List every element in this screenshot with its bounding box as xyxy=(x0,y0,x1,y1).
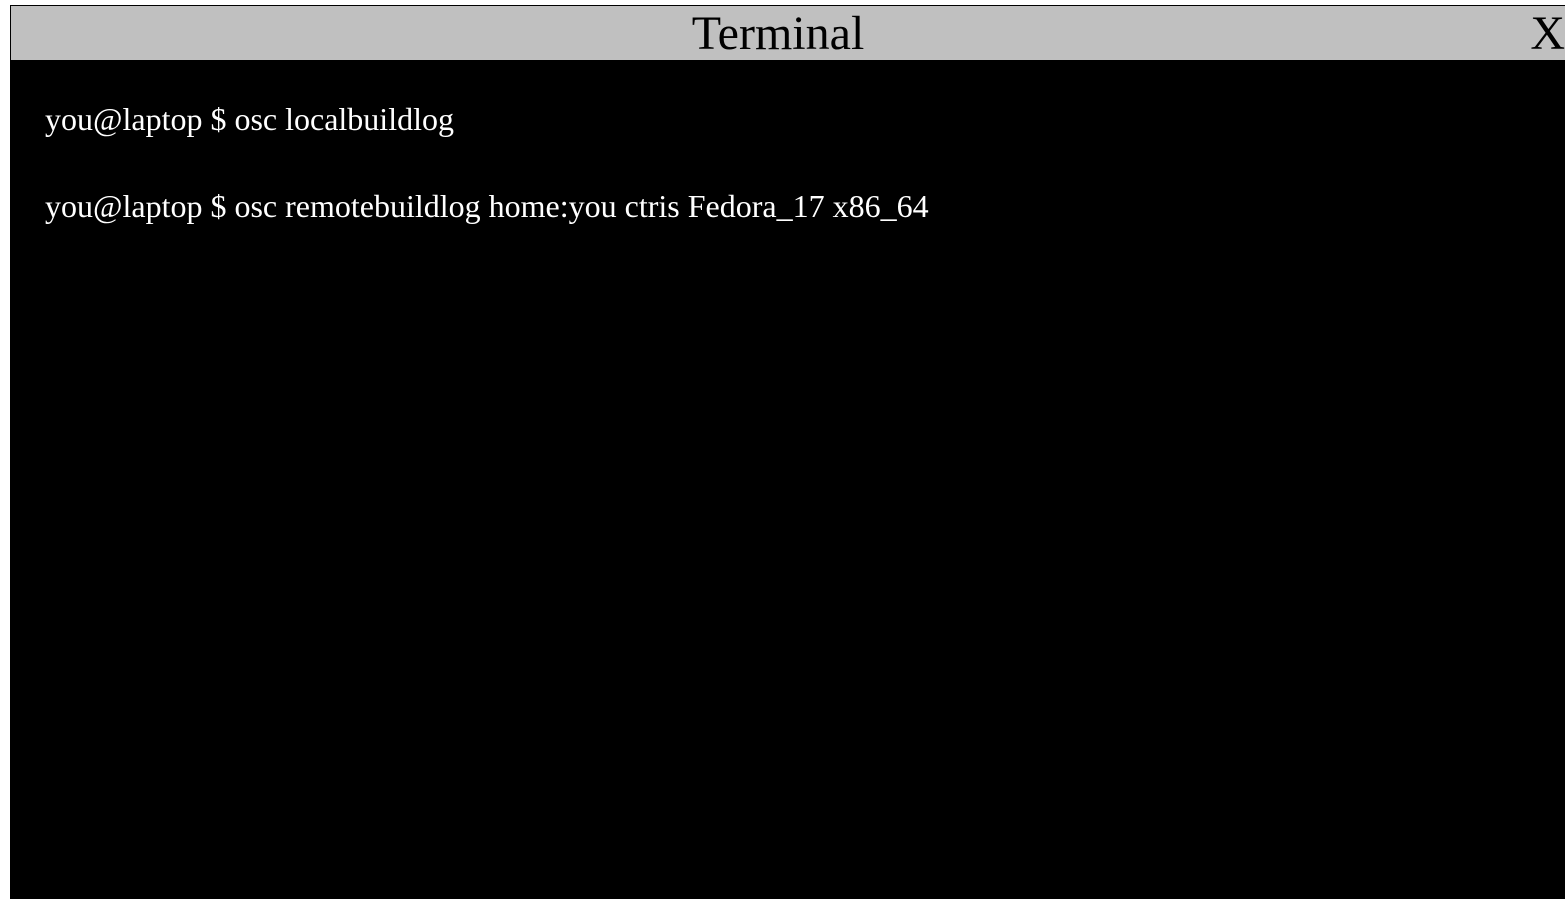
window-title: Terminal xyxy=(691,7,865,60)
window-titlebar[interactable]: Terminal X xyxy=(11,6,1565,61)
terminal-output[interactable]: you@laptop $ osc localbuildlog you@lapto… xyxy=(11,61,1565,899)
close-button[interactable]: X xyxy=(1525,6,1565,60)
terminal-line: you@laptop $ osc remotebuildlog home:you… xyxy=(45,188,929,224)
terminal-window: Terminal X you@laptop $ osc localbuildlo… xyxy=(10,5,1565,899)
terminal-line: you@laptop $ osc localbuildlog xyxy=(45,101,454,137)
